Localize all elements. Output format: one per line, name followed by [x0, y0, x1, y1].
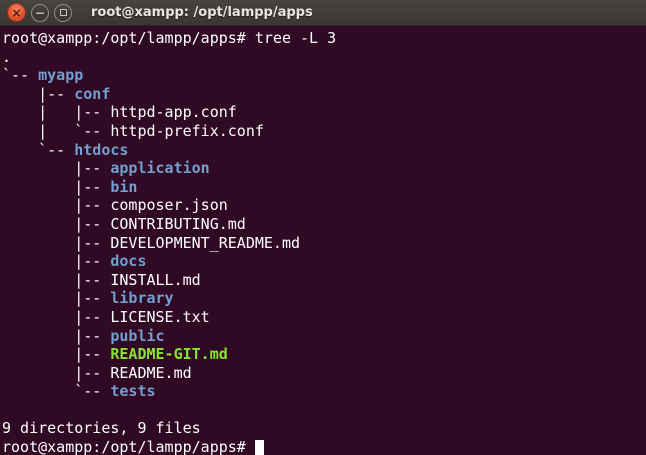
terminal-text-segment: |--	[2, 178, 110, 196]
window-title: root@xampp: /opt/lampp/apps	[91, 5, 313, 20]
terminal-line	[2, 401, 646, 420]
terminal-text-segment: |-- composer.json	[2, 196, 228, 214]
terminal-line: |-- bin	[2, 178, 646, 197]
terminal-text-segment: |--	[2, 327, 110, 345]
terminal-text-segment: `--	[2, 382, 110, 400]
terminal-text-segment: |--	[2, 85, 74, 103]
terminal-text-segment: myapp	[38, 66, 83, 84]
terminal-text-segment: application	[110, 159, 209, 177]
maximize-icon	[60, 9, 67, 16]
terminal-line: root@xampp:/opt/lampp/apps#	[2, 438, 646, 455]
terminal-window: × − root@xampp: /opt/lampp/apps root@xam…	[0, 0, 646, 455]
terminal-text-segment: library	[110, 289, 173, 307]
close-icon: ×	[11, 7, 21, 19]
terminal-text-segment: | `-- httpd-prefix.conf	[2, 122, 264, 140]
terminal-text-segment: |-- README.md	[2, 364, 192, 382]
terminal-line: |-- library	[2, 289, 646, 308]
terminal-line: |-- docs	[2, 252, 646, 271]
terminal-text-segment: |--	[2, 289, 110, 307]
terminal-text-segment: | |-- httpd-app.conf	[2, 103, 237, 121]
terminal-text-segment: tests	[110, 382, 155, 400]
terminal-text-segment: htdocs	[74, 141, 128, 159]
terminal-line: |-- composer.json	[2, 196, 646, 215]
terminal-cursor	[255, 440, 264, 455]
terminal-text-segment: |-- CONTRIBUTING.md	[2, 215, 246, 233]
terminal-line: |-- CONTRIBUTING.md	[2, 215, 646, 234]
terminal-text-segment: |--	[2, 159, 110, 177]
terminal-line: |-- public	[2, 327, 646, 346]
terminal-line: |-- README-GIT.md	[2, 345, 646, 364]
terminal-line: 9 directories, 9 files	[2, 419, 646, 438]
titlebar[interactable]: × − root@xampp: /opt/lampp/apps	[0, 0, 646, 26]
terminal-line: |-- INSTALL.md	[2, 271, 646, 290]
terminal-text-segment: |--	[2, 252, 110, 270]
minimize-icon: −	[35, 7, 45, 19]
terminal-text-segment: |-- INSTALL.md	[2, 271, 201, 289]
terminal-line: | `-- httpd-prefix.conf	[2, 122, 646, 141]
terminal-line: |-- LICENSE.txt	[2, 308, 646, 327]
terminal-text-segment: `--	[2, 66, 38, 84]
maximize-button[interactable]	[54, 4, 72, 22]
terminal-text-segment: |-- LICENSE.txt	[2, 308, 210, 326]
terminal-line: `-- myapp	[2, 66, 646, 85]
terminal-text-segment: docs	[110, 252, 146, 270]
terminal-line: root@xampp:/opt/lampp/apps# tree -L 3	[2, 29, 646, 48]
terminal-text-segment: root@xampp:/opt/lampp/apps# tree -L 3	[2, 29, 336, 47]
terminal-line: `-- htdocs	[2, 141, 646, 160]
terminal-text-segment: root@xampp:/opt/lampp/apps#	[2, 438, 255, 455]
terminal-text-segment: .	[2, 48, 11, 66]
terminal-line: .	[2, 48, 646, 67]
terminal-text-segment: 9 directories, 9 files	[2, 419, 201, 437]
terminal-text-segment: public	[110, 327, 164, 345]
terminal-text-segment: bin	[110, 178, 137, 196]
terminal-line: | |-- httpd-app.conf	[2, 103, 646, 122]
terminal-text-segment: |--	[2, 345, 110, 363]
terminal-text-segment: |-- DEVELOPMENT_README.md	[2, 234, 300, 252]
close-button[interactable]: ×	[7, 3, 26, 22]
terminal-line: |-- README.md	[2, 364, 646, 383]
terminal-line: |-- application	[2, 159, 646, 178]
minimize-button[interactable]: −	[31, 4, 49, 22]
terminal-line: `-- tests	[2, 382, 646, 401]
terminal-screen[interactable]: root@xampp:/opt/lampp/apps# tree -L 3.`-…	[0, 26, 646, 455]
terminal-text-segment: conf	[74, 85, 110, 103]
terminal-line: |-- DEVELOPMENT_README.md	[2, 234, 646, 253]
terminal-line: |-- conf	[2, 85, 646, 104]
terminal-text-segment: README-GIT.md	[110, 345, 227, 363]
terminal-text-segment: `--	[2, 141, 74, 159]
